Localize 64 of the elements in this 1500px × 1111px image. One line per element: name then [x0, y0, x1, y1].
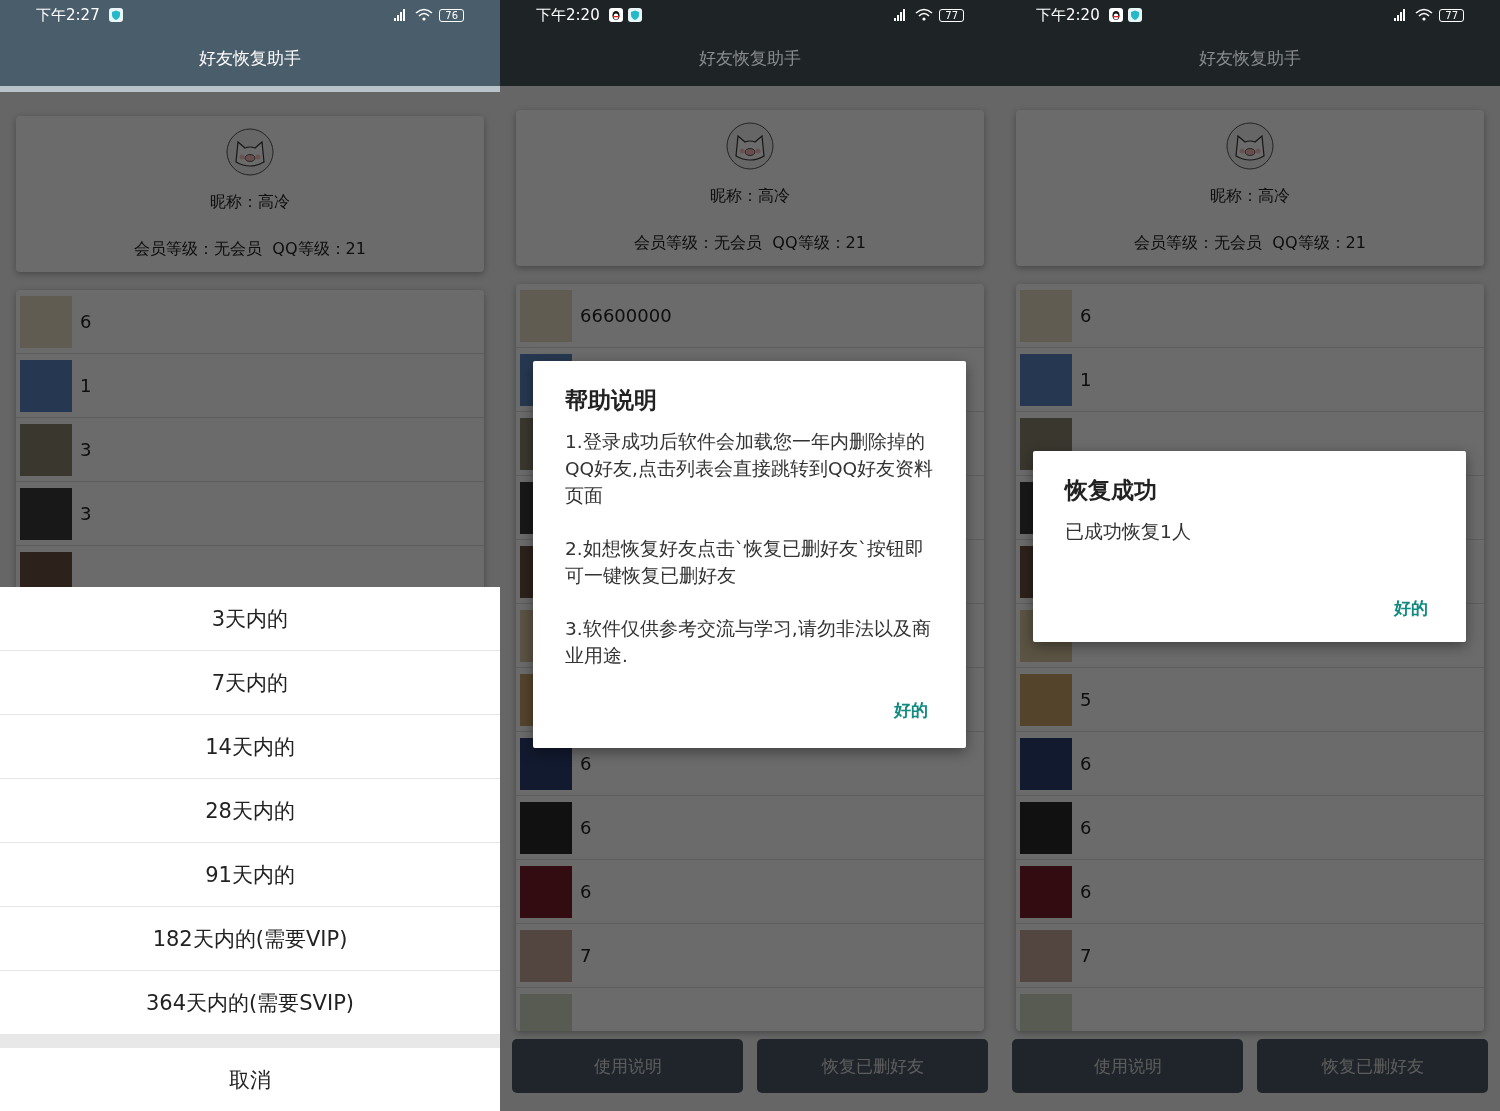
friend-number: 6	[1080, 881, 1092, 902]
battery-level: 77	[939, 8, 964, 22]
photo-placeholder	[520, 929, 572, 982]
nickname-text: 昵称：高冷	[710, 186, 790, 207]
app-title: 好友恢复助手	[199, 46, 301, 70]
friend-number: 66600000	[580, 305, 672, 326]
dialog-message: 2.如想恢复好友点击`恢复已删好友`按钮即可一键恢复已删好友	[565, 537, 926, 588]
friend-number: 7	[580, 945, 592, 966]
battery-level: 77	[1439, 8, 1464, 22]
wifi-icon	[1414, 8, 1435, 22]
status-time: 下午2:20	[536, 5, 600, 25]
member-level-text: 会员等级：无会员 QQ等级：21	[1134, 233, 1366, 254]
member-level-text: 会员等级：无会员 QQ等级：21	[634, 233, 866, 254]
nickname-text: 昵称：高冷	[1210, 186, 1290, 207]
dialog-title: 恢复成功	[1065, 476, 1158, 505]
friend-number: 6	[1080, 817, 1092, 838]
photo-placeholder	[20, 423, 72, 476]
photo-placeholder	[520, 993, 572, 1031]
photo-placeholder	[1020, 289, 1072, 342]
ok-button[interactable]: 好的	[1388, 593, 1434, 624]
member-level-text: 会员等级：无会员 QQ等级：21	[134, 239, 366, 260]
ok-button[interactable]: 好的	[888, 695, 934, 726]
dialog-message: 3.软件仅供参考交流与学习,请勿非法以及商业用途.	[565, 617, 932, 668]
photo-placeholder	[1020, 353, 1072, 406]
photo-placeholder	[1020, 737, 1072, 790]
photo-placeholder	[20, 487, 72, 540]
shield-icon	[1127, 8, 1142, 22]
shield-icon	[627, 8, 642, 22]
penguin-icon	[608, 8, 623, 22]
wifi-icon	[414, 8, 435, 22]
app-title: 好友恢复助手	[1199, 46, 1301, 70]
photo-placeholder	[520, 865, 572, 918]
friend-number: 6	[80, 311, 92, 332]
friend-number: 6	[580, 817, 592, 838]
photo-placeholder	[20, 359, 72, 412]
photo-placeholder	[520, 289, 572, 342]
nickname-text: 昵称：高冷	[210, 192, 290, 213]
friend-number: 6	[1080, 753, 1092, 774]
photo-placeholder	[1020, 865, 1072, 918]
photo-placeholder	[20, 295, 72, 348]
friend-number: 7	[1080, 945, 1092, 966]
dialog-message: 已成功恢复1人	[1065, 520, 1192, 544]
friend-number: 1	[80, 375, 92, 396]
battery-level: 76	[439, 8, 464, 22]
friend-number: 6	[580, 881, 592, 902]
shield-icon	[108, 8, 123, 22]
app-title: 好友恢复助手	[699, 46, 801, 70]
photo-placeholder	[1020, 801, 1072, 854]
dialog-title: 帮助说明	[565, 386, 658, 415]
friend-number: 5	[1080, 689, 1092, 710]
friend-number: 1	[1080, 369, 1092, 390]
friend-number: 6	[1080, 305, 1092, 326]
photo-placeholder	[520, 801, 572, 854]
penguin-icon	[1108, 8, 1123, 22]
photo-placeholder	[1020, 993, 1072, 1031]
friend-number: 3	[80, 503, 92, 524]
status-time: 下午2:20	[1036, 5, 1100, 25]
photo-placeholder	[1020, 673, 1072, 726]
friend-number: 3	[80, 439, 92, 460]
status-time: 下午2:27	[36, 5, 100, 25]
photo-placeholder	[1020, 929, 1072, 982]
wifi-icon	[914, 8, 935, 22]
dialog-message: 1.登录成功后软件会加载您一年内删除掉的QQ好友,点击列表会直接跳转到QQ好友资料页面	[565, 430, 934, 508]
friend-number: 6	[580, 753, 592, 774]
